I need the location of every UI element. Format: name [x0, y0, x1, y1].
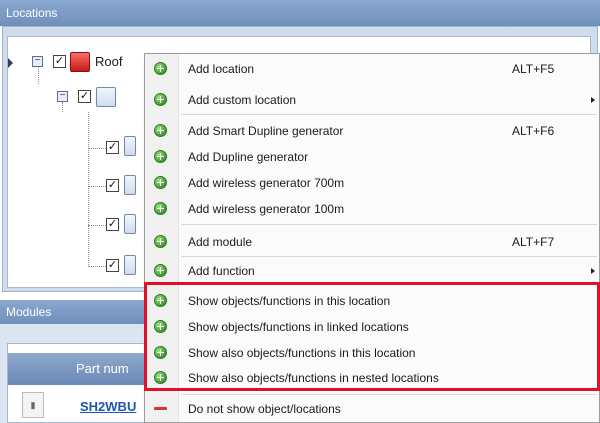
menu-item-show-objects-this-location[interactable]: Show objects/functions in this location [145, 288, 599, 314]
menu-item-shortcut: ALT+F5 [512, 62, 555, 76]
add-icon [154, 264, 167, 277]
locations-panel-header: Locations [0, 0, 600, 26]
menu-item-label: Add function [188, 264, 255, 278]
add-icon [154, 176, 167, 189]
menu-item-label: Add module [188, 235, 253, 249]
collapse-icon[interactable]: − [57, 91, 68, 102]
menu-item-label: Show also objects/functions in nested lo… [188, 371, 439, 385]
menu-item-label: Show objects/functions in linked locatio… [188, 320, 409, 334]
location-checkbox[interactable]: ✓ [106, 259, 119, 272]
menu-item-label: Add wireless generator 700m [188, 176, 345, 190]
submenu-arrow-icon [591, 268, 595, 274]
menu-separator [181, 224, 597, 225]
tree-connector [62, 102, 63, 112]
location-checkbox[interactable]: ✓ [78, 90, 91, 103]
menu-item-add-function[interactable]: Add function [145, 258, 599, 284]
location-checkbox[interactable]: ✓ [106, 141, 119, 154]
menu-item-label: Add custom location [188, 93, 297, 107]
add-icon [154, 62, 167, 75]
submenu-arrow-icon [591, 97, 595, 103]
menu-item-label: Show objects/functions in this location [188, 294, 391, 308]
add-icon [154, 235, 167, 248]
menu-item-label: Do not show object/locations [188, 402, 341, 416]
menu-item-add-wireless-generator-700m[interactable]: Add wireless generator 700m [145, 170, 599, 196]
menu-item-shortcut: ALT+F7 [512, 235, 555, 249]
menu-item-shortcut: ALT+F6 [512, 124, 555, 138]
menu-item-label: Add wireless generator 100m [188, 202, 345, 216]
remove-icon [154, 402, 167, 415]
add-icon [154, 346, 167, 359]
location-checkbox[interactable]: ✓ [106, 218, 119, 231]
location-checkbox[interactable]: ✓ [106, 179, 119, 192]
context-menu: Add location ALT+F5 Add custom location … [144, 53, 600, 423]
tree-connector [88, 112, 89, 267]
tree-connector [38, 66, 39, 84]
collapse-icon[interactable]: − [32, 56, 43, 67]
menu-item-add-custom-location[interactable]: Add custom location [145, 87, 599, 113]
tree-connector [88, 186, 106, 187]
menu-item-do-not-show[interactable]: Do not show object/locations [145, 396, 599, 422]
menu-item-label: Add Smart Dupline generator [188, 124, 344, 138]
add-icon [154, 150, 167, 163]
root-checkbox[interactable]: ✓ [53, 55, 66, 68]
menu-item-show-objects-linked-locations[interactable]: Show objects/functions in linked locatio… [145, 314, 599, 340]
part-number-header-label: Part num [76, 361, 129, 376]
menu-item-add-module[interactable]: Add module ALT+F7 [145, 229, 599, 255]
root-location-label[interactable]: Roof [95, 54, 122, 69]
menu-item-add-wireless-generator-100m[interactable]: Add wireless generator 100m [145, 196, 599, 222]
part-number-link[interactable]: SH2WBU [80, 399, 136, 414]
locations-panel-title: Locations [6, 6, 58, 20]
carlo-gavazzi-logo-icon [70, 52, 90, 72]
tree-connector [88, 266, 106, 267]
part-number-column-header[interactable]: Part num [8, 353, 148, 385]
tree-connector [88, 225, 106, 226]
add-icon [154, 294, 167, 307]
module-icon [124, 255, 136, 275]
menu-item-show-also-objects-nested-locations[interactable]: Show also objects/functions in nested lo… [145, 365, 599, 391]
scroll-arrow-icon[interactable] [8, 58, 13, 68]
menu-item-add-dupline-generator[interactable]: Add Dupline generator [145, 144, 599, 170]
module-row-icon: ▮ [22, 392, 44, 418]
menu-item-label: Add Dupline generator [188, 150, 309, 164]
add-icon [154, 93, 167, 106]
menu-separator [181, 114, 597, 115]
menu-item-label: Add location [188, 62, 255, 76]
menu-item-show-also-objects-this-location[interactable]: Show also objects/functions in this loca… [145, 340, 599, 366]
modules-panel-title: Modules [6, 305, 52, 319]
house-icon [96, 87, 116, 107]
add-icon [154, 320, 167, 333]
menu-separator [181, 394, 597, 395]
menu-item-label: Show also objects/functions in this loca… [188, 346, 416, 360]
module-icon [124, 136, 136, 156]
add-icon [154, 202, 167, 215]
module-icon [124, 175, 136, 195]
menu-item-add-location[interactable]: Add location ALT+F5 [145, 56, 599, 82]
add-icon [154, 371, 167, 384]
menu-separator [181, 256, 597, 257]
add-icon [154, 124, 167, 137]
tree-connector [88, 148, 106, 149]
menu-item-add-smart-dupline-generator[interactable]: Add Smart Dupline generator ALT+F6 [145, 118, 599, 144]
module-icon [124, 214, 136, 234]
